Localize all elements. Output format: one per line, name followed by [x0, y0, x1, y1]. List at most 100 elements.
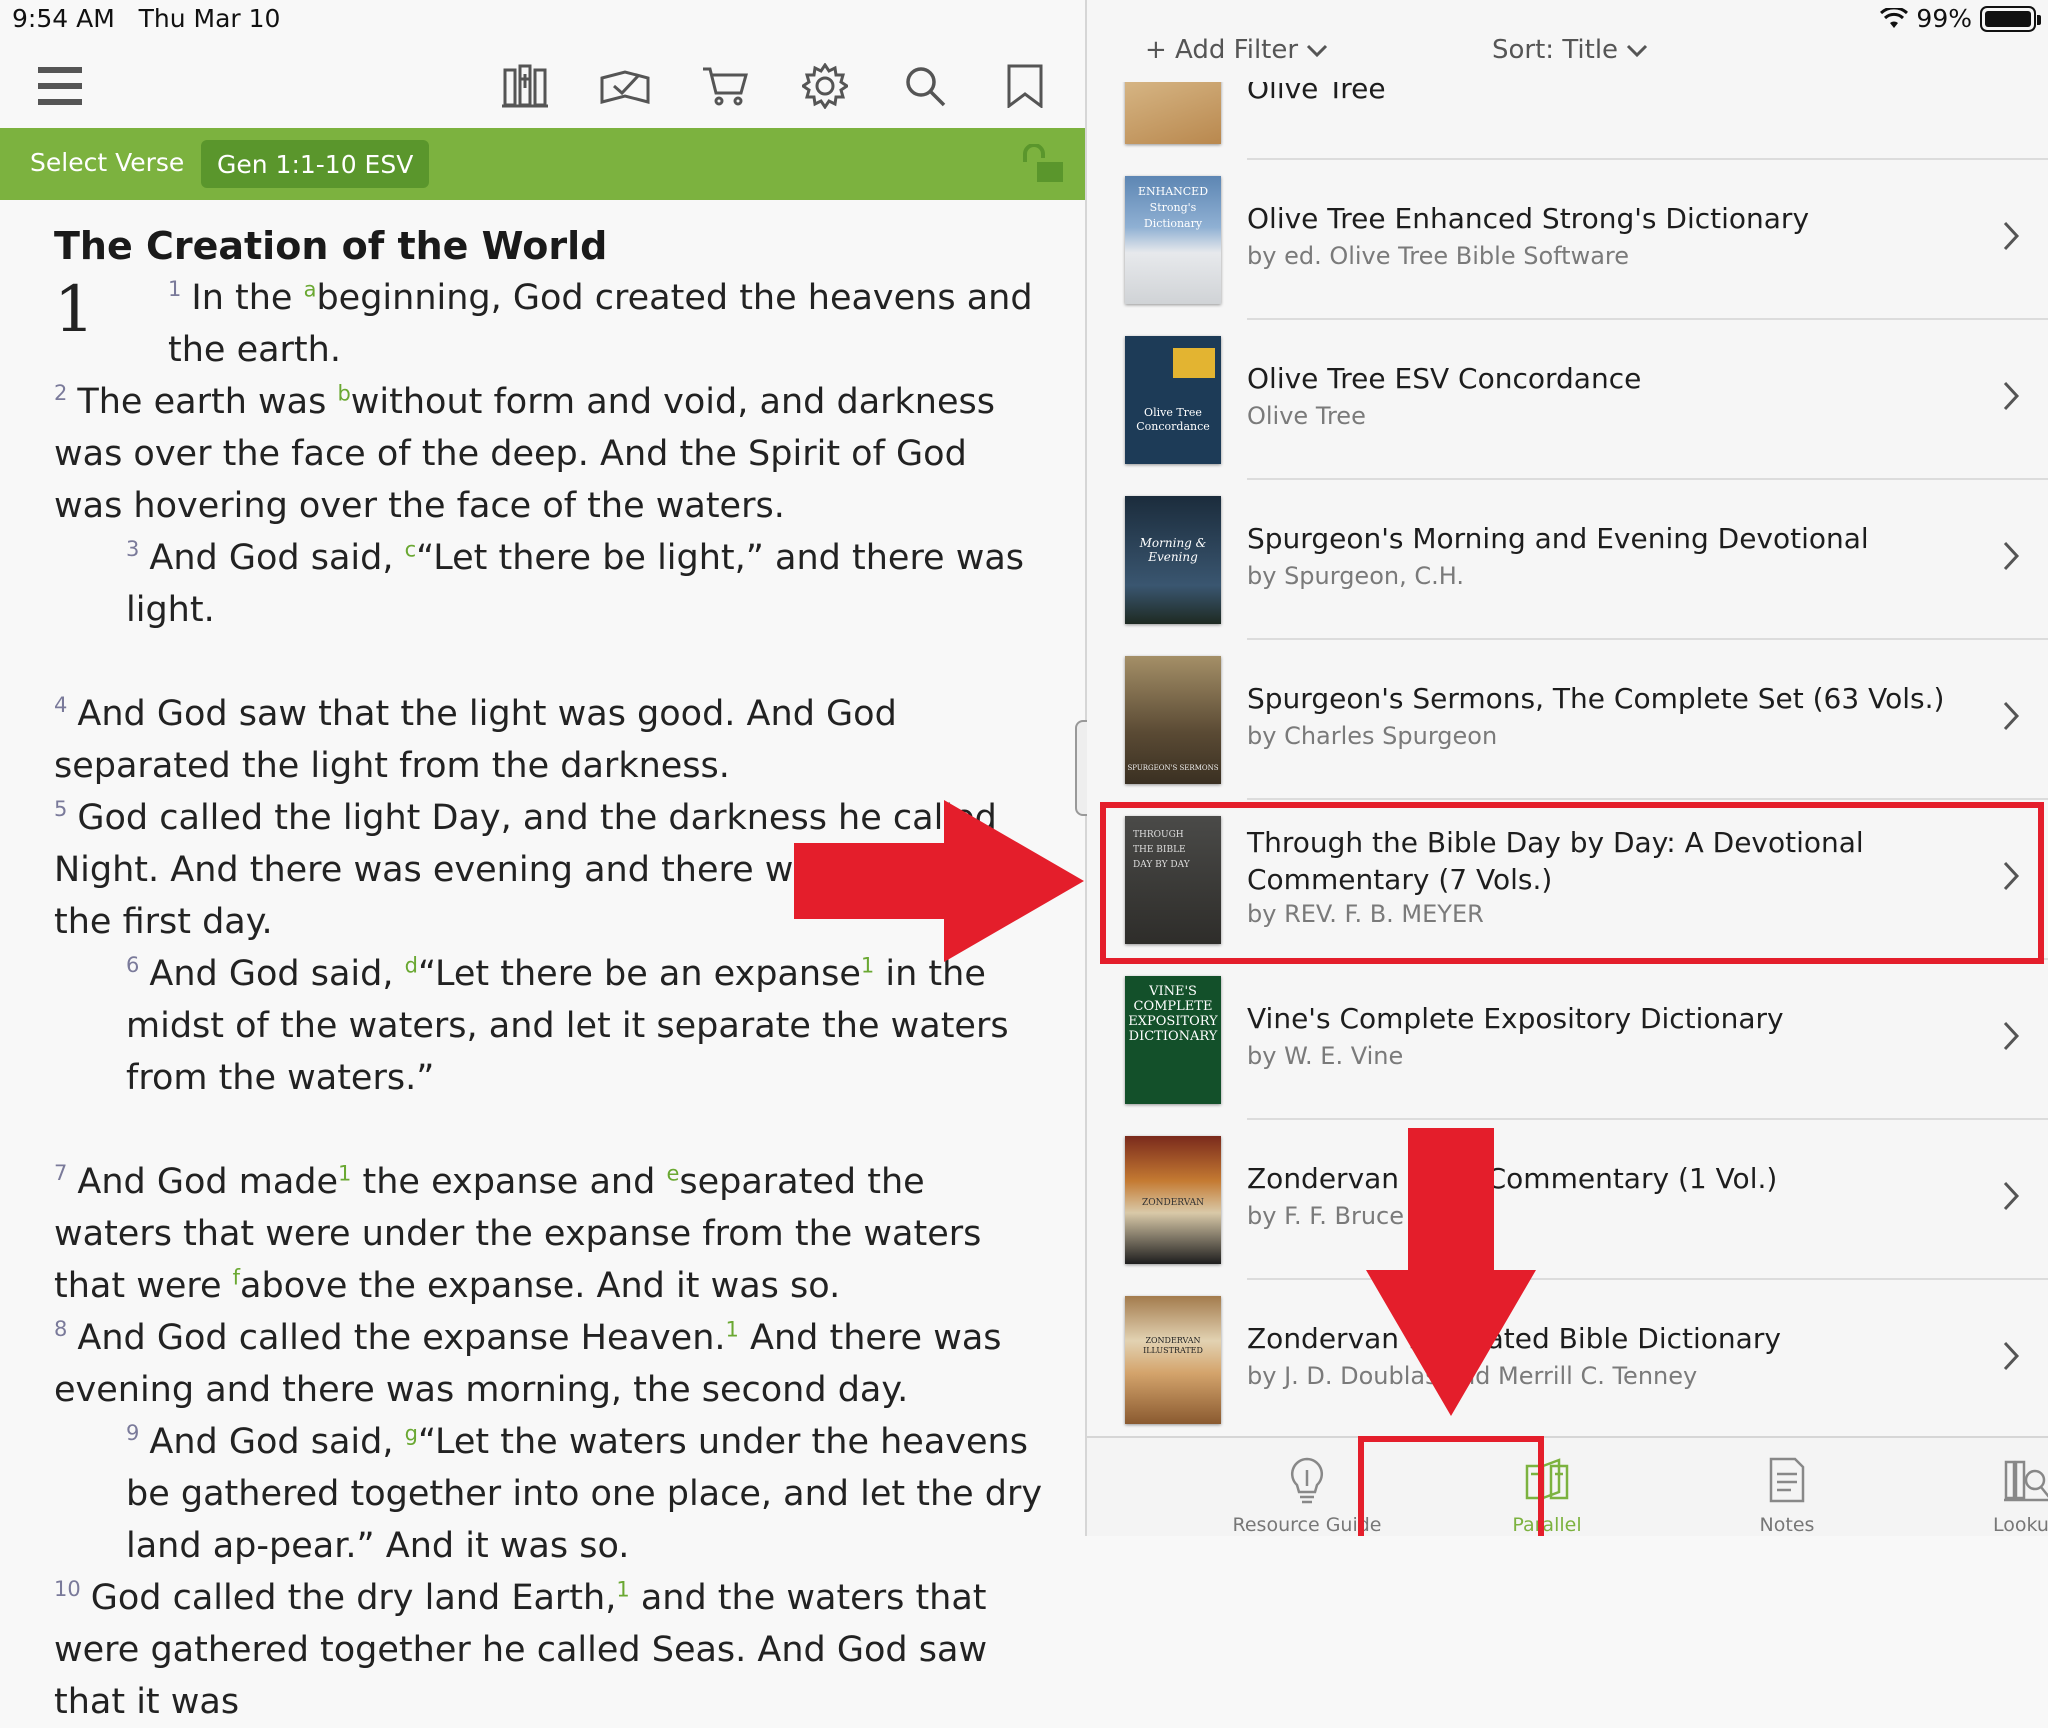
section-title: The Creation of the World [54, 224, 608, 268]
verse-8[interactable]: 8 And God called the expanse Heaven.1 And… [54, 1312, 1044, 1416]
lightbulb-icon [1290, 1457, 1324, 1504]
notes-icon [1769, 1457, 1805, 1503]
chevron-right-icon [2003, 701, 2020, 731]
verse-2[interactable]: 2 The earth was bwithout form and void, a… [54, 376, 1044, 532]
verse-6[interactable]: 6 And God said, d“Let there be an expanse… [54, 948, 1044, 1104]
chevron-down-icon [1627, 44, 1648, 58]
chevron-right-icon [2003, 1181, 2020, 1211]
book-cover: ZONDERVAN ILLUSTRATED [1125, 1296, 1221, 1424]
battery-icon [1980, 5, 2041, 32]
tab-lookup[interactable]: Lookup [1927, 1438, 2048, 1538]
verse-3[interactable]: 3 And God said, c“Let there be light,” an… [54, 532, 1044, 636]
verse-text: above the expanse. And it was so. [240, 1266, 841, 1306]
verse-text: And God said, [149, 1422, 405, 1462]
footnote-marker[interactable]: 1 [338, 1161, 351, 1185]
verse-number: 7 [54, 1161, 68, 1186]
resource-item[interactable]: ZONDERVAN Zondervan Bible Commentary (1 … [1087, 1120, 2048, 1280]
footnote-marker[interactable]: b [337, 381, 350, 405]
verse-text: And God made [77, 1162, 339, 1202]
verse-bar: Select Verse Gen 1:1-10 ESV [0, 128, 1085, 200]
verse-text: And God said, [149, 538, 405, 578]
book-cover: ZONDERVAN [1125, 1136, 1221, 1264]
unlock-icon[interactable] [1019, 143, 1065, 188]
verse-text: the expanse and [351, 1162, 667, 1202]
chapter-number: 1 [54, 273, 95, 347]
reader-toolbar [0, 50, 1085, 125]
book-cover [1125, 82, 1221, 144]
verse-number: 4 [54, 693, 68, 718]
reader-pane: Select Verse Gen 1:1-10 ESV The Creation… [0, 0, 1085, 1722]
book-cover: Olive Tree Concordance [1125, 336, 1221, 464]
footnote-marker[interactable]: 1 [726, 1317, 739, 1341]
bible-text: The Creation of the World 1 1 In the a b e g… [54, 220, 1044, 1728]
cart-icon[interactable] [697, 58, 753, 114]
chevron-right-icon [2003, 1341, 2020, 1371]
select-verse-button[interactable]: Select Verse [30, 148, 184, 177]
status-bar: 9:54 AM Thu Mar 10 99% [0, 0, 2048, 40]
resource-author: by Charles Spurgeon [1247, 722, 1498, 750]
resource-item[interactable]: SPURGEON'S SERMONS Spurgeon's Sermons, T… [1087, 640, 2048, 800]
chevron-right-icon [2003, 381, 2020, 411]
chevron-down-icon [1307, 44, 1328, 58]
resource-author: by Spurgeon, C.H. [1247, 562, 1464, 590]
settings-icon[interactable] [797, 58, 853, 114]
verse-number: 2 [54, 381, 68, 406]
resource-title: Vine's Complete Expository Dictionary [1247, 1002, 1784, 1035]
resource-item[interactable]: ENHANCED Strong's Dictionary Olive Tree … [1087, 160, 2048, 320]
verse-4[interactable]: 4 And God saw that the light was good. An… [54, 688, 1044, 792]
verse-text: The earth was [77, 382, 338, 422]
footnote-marker[interactable]: 1 [616, 1577, 629, 1601]
bookmark-icon[interactable] [997, 58, 1053, 114]
verse-number: 1 [168, 277, 182, 302]
verse-number: 10 [54, 1577, 81, 1602]
verse-text: God called the dry land Earth, [90, 1578, 617, 1618]
verse-number: 6 [126, 953, 140, 978]
resource-title: Spurgeon's Sermons, The Complete Set (63… [1247, 682, 1945, 715]
library-icon[interactable] [497, 58, 553, 114]
lookup-icon [2004, 1460, 2048, 1502]
reference-button[interactable]: Gen 1:1-10 ESV [201, 140, 430, 188]
highlight-box-parallel-tab [1358, 1436, 1544, 1536]
resource-title: Olive Tree Enhanced Strong's Dictionary [1247, 202, 1810, 235]
resource-list: Olive Tree ENHANCED Strong's Dictionary … [1087, 82, 2048, 1434]
verse-1[interactable]: 1 In the abeginning, God created the heav… [54, 272, 1044, 376]
book-cover: Morning & Evening [1125, 496, 1221, 624]
resource-item[interactable]: ZONDERVAN ILLUSTRATED Zondervan Illustra… [1087, 1280, 2048, 1434]
resource-item[interactable]: VINE'S COMPLETE EXPOSITORY DICTIONARY Vi… [1087, 960, 2048, 1120]
tab-notes[interactable]: Notes [1687, 1438, 1887, 1538]
chevron-right-icon [2003, 1021, 2020, 1051]
resource-item[interactable]: Olive Tree Concordance Olive Tree ESV Co… [1087, 320, 2048, 480]
resource-item[interactable]: Morning & Evening Spurgeon's Morning and… [1087, 480, 2048, 640]
footnote-marker[interactable]: f [233, 1265, 240, 1289]
verse-text: In the [191, 278, 304, 318]
resource-item[interactable]: Olive Tree [1087, 82, 2048, 160]
battery-percent: 99% [1916, 4, 1972, 33]
footnote-marker[interactable]: c [405, 537, 417, 561]
chevron-right-icon [2003, 221, 2020, 251]
resource-title: Zondervan Illustrated Bible Dictionary [1247, 1322, 1781, 1355]
menu-icon[interactable] [32, 58, 88, 114]
resource-title: Olive Tree ESV Concordance [1247, 362, 1642, 395]
highlight-box-resource [1100, 802, 2044, 964]
resource-author: by ed. Olive Tree Bible Software [1247, 242, 1630, 270]
book-cover: SPURGEON'S SERMONS [1125, 656, 1221, 784]
verse-number: 8 [54, 1317, 68, 1342]
book-cover: VINE'S COMPLETE EXPOSITORY DICTIONARY [1125, 976, 1221, 1104]
verse-text: And God called the expanse Heaven. [77, 1318, 726, 1358]
resource-title: Olive Tree [1247, 82, 1386, 105]
book-cover: ENHANCED Strong's Dictionary [1125, 176, 1221, 304]
resource-author: by W. E. Vine [1247, 1042, 1404, 1070]
chevron-right-icon [2003, 541, 2020, 571]
footnote-marker[interactable]: e [666, 1161, 679, 1185]
footnote-marker[interactable]: a [304, 277, 317, 301]
verse-10[interactable]: 10 God called the dry land Earth,1 and th… [54, 1572, 1044, 1728]
verse-7[interactable]: 7 And God made1 the expanse and eseparate… [54, 1156, 1044, 1312]
annotation-arrow-right-icon [794, 800, 1084, 962]
reading-plan-icon[interactable] [597, 58, 653, 114]
verse-number: 9 [126, 1421, 140, 1446]
footnote-marker[interactable]: d [405, 953, 418, 977]
verse-text: And God saw that the light was good. And… [54, 694, 897, 786]
verse-9[interactable]: 9 And God said, g“Let the waters under th… [54, 1416, 1044, 1572]
search-icon[interactable] [897, 58, 953, 114]
footnote-marker[interactable]: g [405, 1421, 418, 1445]
